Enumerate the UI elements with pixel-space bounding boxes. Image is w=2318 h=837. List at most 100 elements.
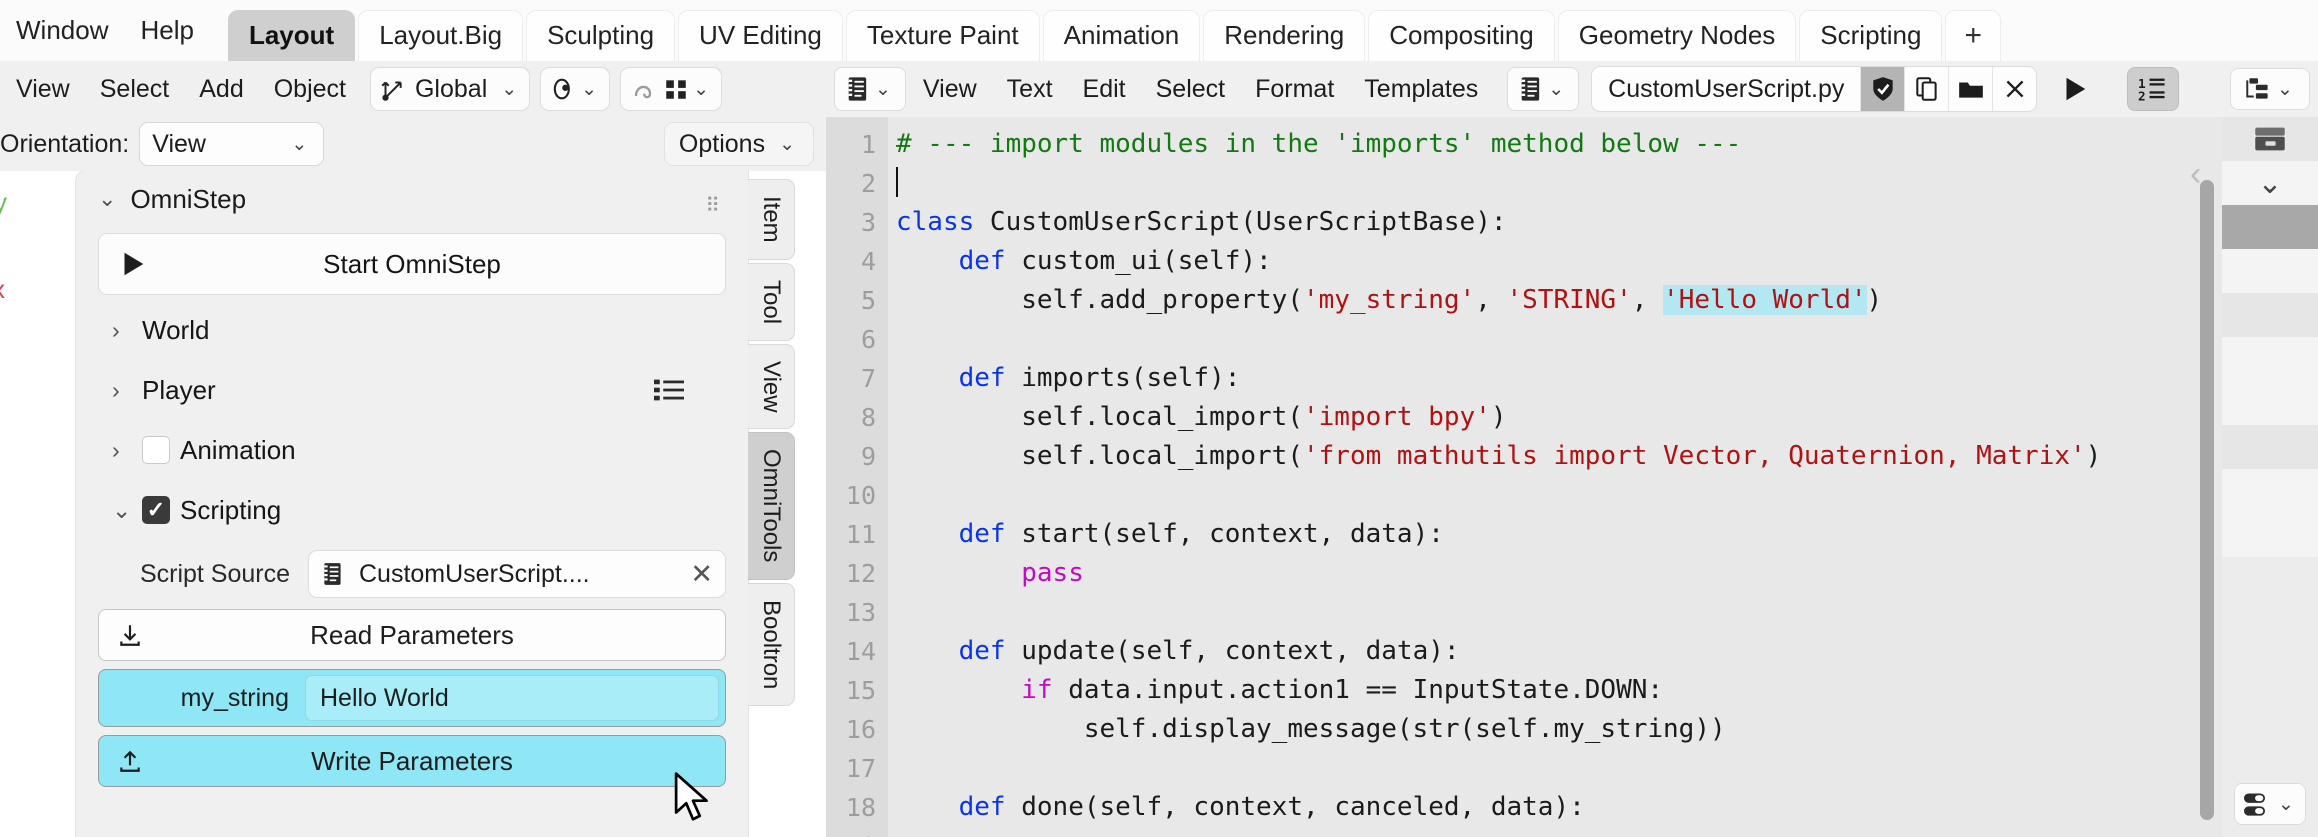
editor-menu-view[interactable]: View bbox=[908, 69, 992, 110]
code-line[interactable]: self.add_property('my_string', 'STRING',… bbox=[896, 281, 2258, 320]
workspace-tab-uv-editing[interactable]: UV Editing bbox=[678, 10, 843, 61]
region-tab-view[interactable]: View bbox=[748, 343, 795, 430]
tree-item-player[interactable]: › Player bbox=[76, 365, 748, 415]
outliner-row-6[interactable] bbox=[2222, 469, 2318, 513]
text-editor[interactable]: 1234567891011121314151617181920 # --- im… bbox=[826, 117, 2318, 837]
code-line[interactable]: class CustomUserScript(UserScriptBase): bbox=[896, 203, 2258, 242]
outliner-row-collection[interactable] bbox=[2222, 117, 2318, 161]
omnistep-panel-header[interactable]: ⌄ OmniStep ⠿ bbox=[76, 171, 748, 227]
tree-item-world[interactable]: › World bbox=[76, 305, 748, 355]
collection-icon bbox=[2253, 125, 2287, 153]
code-line[interactable]: def update(self, context, data): bbox=[896, 632, 2258, 671]
code-line[interactable] bbox=[896, 593, 2258, 632]
code-line[interactable]: def done(self, context, canceled, data): bbox=[896, 788, 2258, 827]
code-line[interactable]: self.local_import('import bpy') bbox=[896, 398, 2258, 437]
workspace-tab-compositing[interactable]: Compositing bbox=[1368, 10, 1555, 61]
text-datablock-selector[interactable]: ⌄ bbox=[1507, 67, 1580, 111]
proportional-edit-group[interactable]: ⌄ bbox=[620, 67, 723, 111]
code-line[interactable]: self.display_message(str(self.my_string)… bbox=[896, 710, 2258, 749]
code-line[interactable]: pass bbox=[896, 554, 2258, 593]
animation-checkbox[interactable] bbox=[142, 436, 170, 464]
code-line[interactable] bbox=[896, 476, 2258, 515]
code-token: start(self, context, data): bbox=[1005, 519, 1444, 549]
region-tab-item[interactable]: Item bbox=[748, 179, 795, 260]
options-label: Options bbox=[678, 129, 766, 158]
collapse-region-icon[interactable]: ‹ bbox=[2190, 155, 2201, 194]
code-line[interactable]: # --- import modules in the 'imports' me… bbox=[896, 125, 2258, 164]
code-line[interactable] bbox=[896, 320, 2258, 359]
folder-icon[interactable] bbox=[1948, 67, 1992, 111]
outliner-row-2[interactable] bbox=[2222, 293, 2318, 337]
menu-window[interactable]: Window bbox=[0, 9, 124, 52]
outliner-row-selected[interactable] bbox=[2222, 205, 2318, 249]
editor-menu-format[interactable]: Format bbox=[1240, 69, 1349, 110]
orientation-select[interactable]: View ⌄ bbox=[139, 122, 325, 166]
viewport-menu-select[interactable]: Select bbox=[86, 69, 183, 110]
close-icon[interactable]: ✕ bbox=[680, 559, 713, 590]
workspace-tab-rendering[interactable]: Rendering bbox=[1203, 10, 1366, 61]
code-token: # --- import modules in the 'imports' me… bbox=[896, 129, 1742, 159]
read-parameters-button[interactable]: Read Parameters bbox=[98, 609, 726, 661]
copy-icon[interactable] bbox=[1904, 67, 1948, 111]
tree-item-animation[interactable]: › Animation bbox=[76, 425, 748, 475]
code-line[interactable] bbox=[896, 164, 2258, 203]
region-tab-tool[interactable]: Tool bbox=[748, 262, 795, 341]
workspace-tab-sculpting[interactable]: Sculpting bbox=[526, 10, 676, 61]
outliner-display-mode-dropdown[interactable]: ⌄ bbox=[2230, 68, 2310, 110]
workspace-tab-animation[interactable]: Animation bbox=[1042, 10, 1201, 61]
parameter-row-my-string[interactable]: my_string Hello World bbox=[98, 669, 726, 727]
workspace-tab-texture-paint[interactable]: Texture Paint bbox=[845, 10, 1040, 61]
outliner-row-5[interactable] bbox=[2222, 425, 2318, 469]
viewport-menu-view[interactable]: View bbox=[2, 69, 84, 110]
code-line[interactable]: def start(self, context, data): bbox=[896, 515, 2258, 554]
viewport-menu-add[interactable]: Add bbox=[185, 69, 257, 110]
code-line[interactable]: if data.input.action1 == InputState.DOWN… bbox=[896, 671, 2258, 710]
snap-dropdown[interactable]: ⌄ bbox=[540, 67, 611, 111]
code-line[interactable]: pass bbox=[896, 827, 2258, 837]
options-dropdown[interactable]: Options ⌄ bbox=[663, 122, 814, 166]
parameter-value-input[interactable]: Hello World bbox=[305, 675, 719, 721]
workspace-tab-layout[interactable]: Layout bbox=[227, 10, 356, 61]
start-omnistep-button[interactable]: Start OmniStep bbox=[98, 233, 726, 295]
outliner-row-1[interactable] bbox=[2222, 249, 2318, 293]
line-numbers-toggle[interactable]: 1 2 bbox=[2127, 67, 2180, 111]
outliner-row-7[interactable] bbox=[2222, 513, 2318, 557]
tree-item-scripting[interactable]: ⌄ Scripting bbox=[76, 485, 748, 535]
editor-menu-templates[interactable]: Templates bbox=[1349, 69, 1493, 110]
transform-orientation-dropdown[interactable]: Global ⌄ bbox=[369, 67, 531, 111]
outliner-scrollbar[interactable] bbox=[2200, 180, 2214, 820]
editor-menu-text[interactable]: Text bbox=[992, 69, 1068, 110]
chevron-down-icon: ⌄ bbox=[779, 133, 795, 155]
drag-handle-icon[interactable]: ⠿ bbox=[705, 193, 722, 218]
outliner-row-expand[interactable]: ⌄ bbox=[2222, 161, 2318, 205]
code-line[interactable]: def custom_ui(self): bbox=[896, 242, 2258, 281]
workspace-tab-scripting[interactable]: Scripting bbox=[1799, 10, 1943, 61]
properties-toggle-dropdown[interactable]: ⌄ bbox=[2234, 783, 2306, 825]
editor-menu-select[interactable]: Select bbox=[1141, 69, 1240, 110]
region-tab-booltron[interactable]: Booltron bbox=[748, 582, 795, 707]
text-datablock-dropdown[interactable]: ⌄ bbox=[834, 67, 906, 111]
code-line[interactable] bbox=[896, 749, 2258, 788]
write-parameters-button[interactable]: Write Parameters bbox=[98, 735, 726, 787]
shield-check-icon[interactable] bbox=[1860, 67, 1905, 111]
add-workspace-button[interactable]: + bbox=[1945, 10, 2001, 61]
workspace-tab-layout-big[interactable]: Layout.Big bbox=[358, 10, 524, 61]
script-filename-field[interactable]: CustomUserScript.py bbox=[1591, 66, 2038, 112]
list-icon[interactable] bbox=[654, 377, 684, 403]
editor-menu-edit[interactable]: Edit bbox=[1068, 69, 1141, 110]
viewport-menu-object[interactable]: Object bbox=[260, 69, 360, 110]
run-script-button[interactable] bbox=[2049, 67, 2099, 111]
outliner-row-3[interactable] bbox=[2222, 337, 2318, 381]
code-line[interactable]: self.local_import('from mathutils import… bbox=[896, 437, 2258, 476]
code-line[interactable]: def imports(self): bbox=[896, 359, 2258, 398]
scripting-checkbox[interactable] bbox=[142, 496, 170, 524]
outliner-row-4[interactable] bbox=[2222, 381, 2318, 425]
menu-help[interactable]: Help bbox=[124, 9, 209, 52]
script-source-field[interactable]: CustomUserScript.... ✕ bbox=[308, 550, 726, 598]
region-tab-omnitools[interactable]: OmniTools bbox=[748, 432, 795, 580]
viewport-3d[interactable]: y x ⌄ OmniStep ⠿ Start OmniStep › World … bbox=[0, 171, 826, 837]
workspace-tab-geometry-nodes[interactable]: Geometry Nodes bbox=[1557, 10, 1797, 61]
close-icon[interactable] bbox=[1992, 67, 2036, 111]
code-content[interactable]: # --- import modules in the 'imports' me… bbox=[896, 125, 2258, 837]
